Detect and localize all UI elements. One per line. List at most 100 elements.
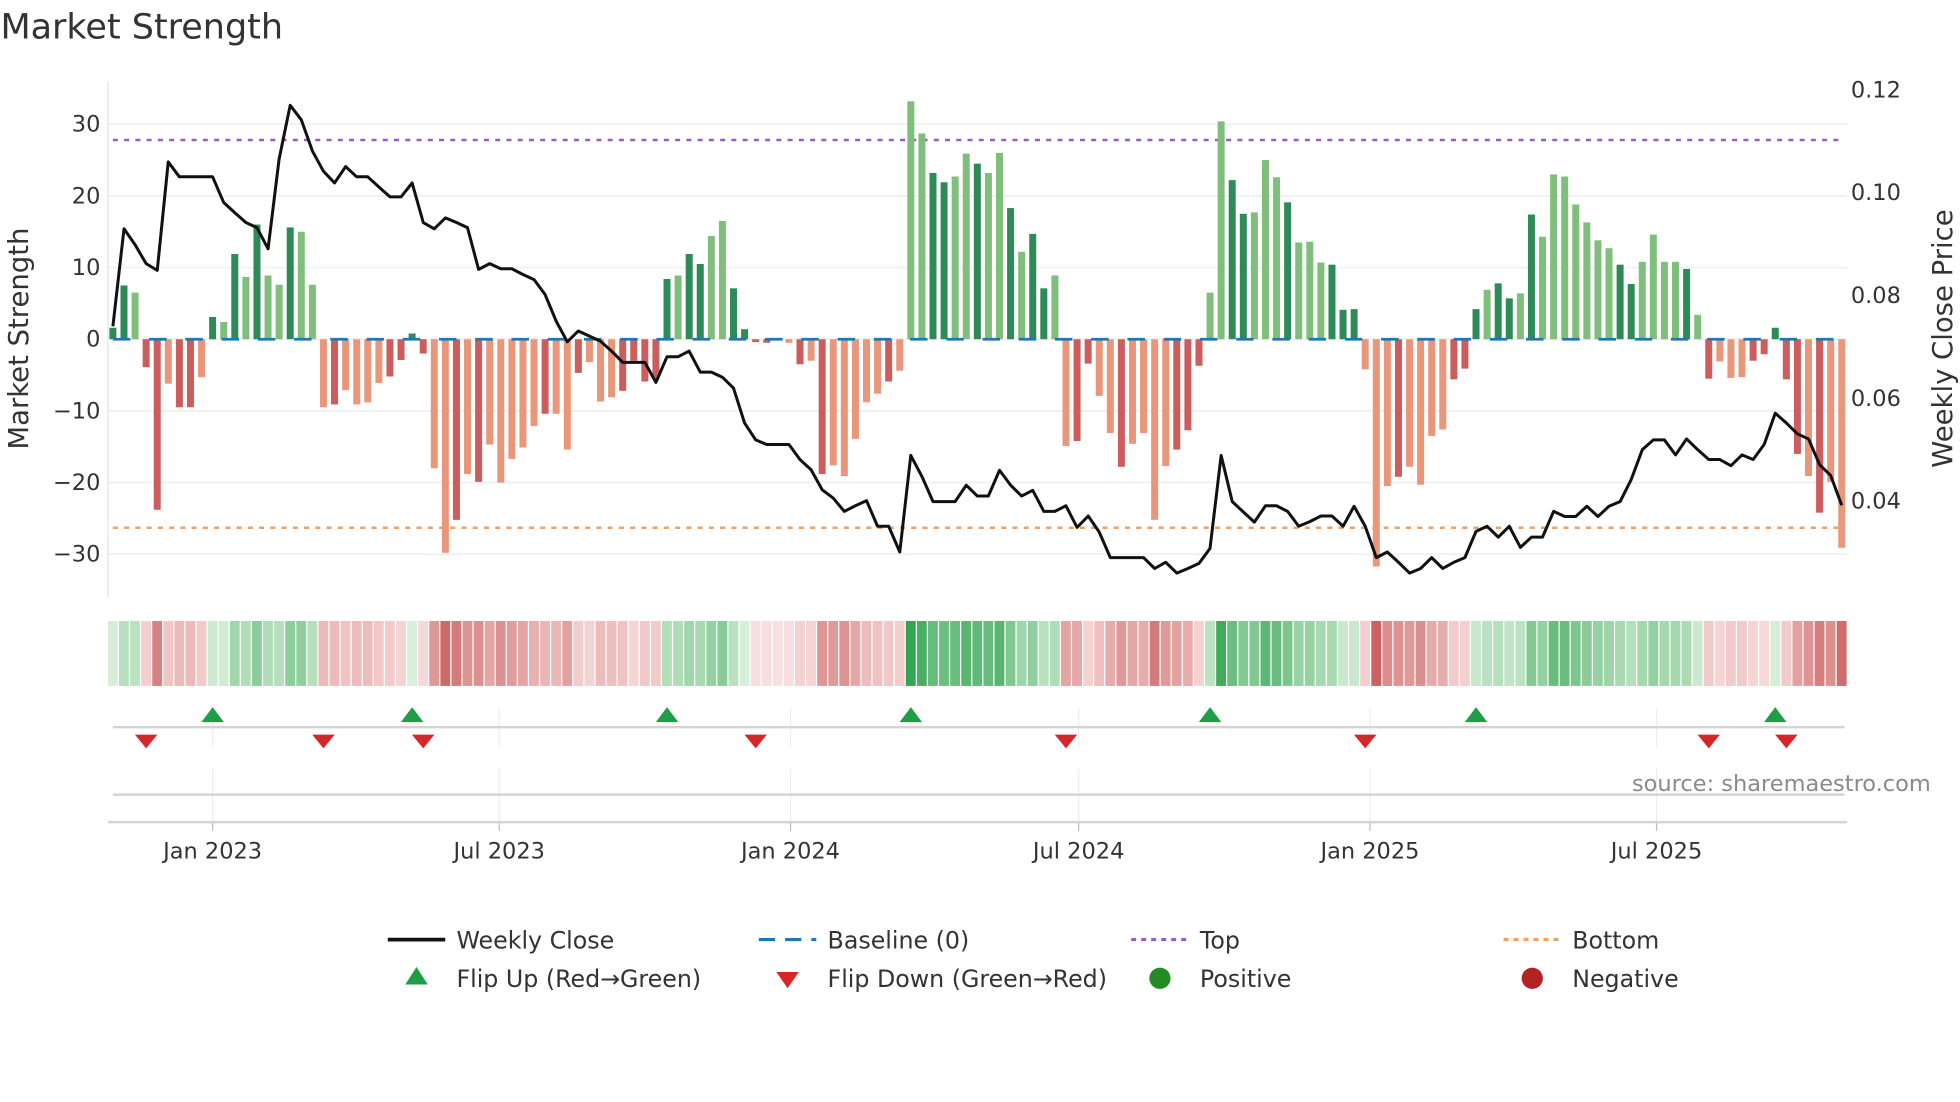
strength-bar	[264, 275, 272, 340]
strength-bar	[851, 339, 859, 439]
strength-bar	[619, 339, 627, 391]
strength-heatmap-cell	[1548, 620, 1559, 686]
strength-bar	[1406, 339, 1414, 467]
strength-bar	[397, 339, 405, 361]
strength-heatmap-cell	[772, 620, 783, 686]
strength-heatmap-cell	[351, 620, 362, 686]
strength-bar	[508, 339, 516, 459]
strength-bar	[730, 288, 738, 340]
strength-bar	[1029, 233, 1037, 340]
strength-heatmap-cell	[883, 620, 894, 686]
strength-bar	[1106, 339, 1114, 434]
strength-bar	[1261, 160, 1269, 340]
strength-bar	[1561, 176, 1569, 340]
x-tick-label: Jul 2024	[1031, 838, 1124, 864]
strength-bar	[1062, 339, 1070, 447]
strength-bar	[563, 339, 571, 450]
strength-heatmap-cell	[717, 620, 728, 686]
strength-heatmap-cell	[1227, 620, 1238, 686]
strength-heatmap-cell	[1648, 620, 1659, 686]
y-tick-label: 20	[72, 183, 101, 209]
strength-bar	[685, 253, 693, 340]
strength-heatmap-cell	[573, 620, 584, 686]
strength-heatmap-cell	[1216, 620, 1227, 686]
strength-bar	[796, 339, 804, 365]
strength-heatmap-cell	[1615, 620, 1625, 686]
strength-heatmap-cell	[285, 620, 296, 686]
strength-heatmap-cell	[961, 620, 972, 686]
strength-bar	[641, 339, 649, 382]
strength-bar	[530, 339, 538, 426]
strength-bar	[1040, 288, 1048, 340]
strength-heatmap-cell	[1415, 620, 1426, 686]
strength-bar	[940, 182, 948, 340]
strength-bar	[907, 101, 915, 340]
strength-heatmap-cell	[1426, 620, 1437, 686]
strength-bar	[918, 133, 926, 340]
strength-bar	[1771, 327, 1779, 340]
strength-bar	[142, 339, 150, 368]
strength-bar	[552, 339, 560, 414]
strength-bar	[1727, 339, 1735, 378]
strength-heatmap-cell	[839, 620, 850, 686]
strength-heatmap-cell	[373, 620, 384, 686]
flip-up-marker	[400, 707, 424, 723]
strength-heatmap-cell	[861, 620, 872, 686]
strength-bar	[1805, 339, 1813, 477]
flip-up-marker	[201, 707, 224, 723]
strength-bar	[153, 339, 161, 510]
strength-heatmap-cell	[850, 620, 861, 686]
strength-bar	[1638, 261, 1646, 340]
flip-down-marker	[134, 734, 158, 749]
strength-heatmap-cell	[927, 620, 938, 686]
strength-heatmap-cell	[1836, 620, 1847, 686]
strength-heatmap-cell	[639, 620, 650, 686]
strength-bar	[874, 339, 882, 394]
strength-bar	[585, 339, 593, 363]
strength-bar	[519, 339, 527, 448]
flip-down-marker	[1054, 734, 1078, 749]
strength-bar	[386, 339, 394, 377]
strength-bar	[1649, 234, 1657, 340]
strength-bar	[741, 329, 749, 340]
market-strength-chart: Market Strength 3020100−10−20−30 0.120.1…	[0, 8, 1959, 993]
strength-heatmap-cell	[1703, 620, 1714, 686]
strength-heatmap-cell	[783, 620, 794, 686]
strength-heatmap-cell	[451, 620, 462, 686]
strength-heatmap-cell	[584, 620, 595, 686]
strength-bar	[1239, 213, 1247, 340]
strength-heatmap-cell	[1570, 620, 1581, 686]
strength-bar	[718, 220, 726, 340]
strength-bar	[1827, 339, 1835, 482]
legend-label: Negative	[1572, 965, 1678, 993]
strength-heatmap-cell	[1371, 620, 1382, 686]
strength-heatmap-cell	[329, 620, 340, 686]
strength-bar	[663, 279, 671, 340]
strength-heatmap-cell	[562, 620, 573, 686]
strength-heatmap-cell	[1404, 620, 1415, 686]
y-tick-label: −30	[53, 542, 100, 568]
strength-heatmap-cell	[1626, 620, 1637, 686]
strength-heatmap-cell	[1038, 620, 1049, 686]
strength-heatmap-cell	[1781, 620, 1792, 686]
flip-down-marker	[312, 734, 335, 749]
strength-bar	[1195, 339, 1203, 366]
strength-heatmap-cell	[1770, 620, 1781, 686]
strength-heatmap-cell	[1060, 620, 1071, 686]
strength-bar	[1339, 309, 1347, 340]
strength-bar	[353, 339, 361, 405]
flip-up-legend-icon	[405, 967, 428, 985]
strength-heatmap-cell	[606, 620, 617, 686]
strength-heatmap-cell	[761, 620, 772, 686]
strength-bar	[1140, 339, 1148, 434]
strength-heatmap-cell	[673, 620, 683, 686]
strength-bar	[1007, 208, 1015, 340]
strength-bar	[342, 339, 350, 391]
strength-heatmap-cell	[1049, 620, 1060, 686]
strength-heatmap-cell	[529, 620, 539, 686]
strength-bar	[1084, 339, 1092, 364]
strength-heatmap-cell	[1737, 620, 1747, 686]
strength-heatmap-cell	[706, 620, 717, 686]
strength-bar	[209, 317, 217, 340]
strength-heatmap-cell	[551, 620, 562, 686]
